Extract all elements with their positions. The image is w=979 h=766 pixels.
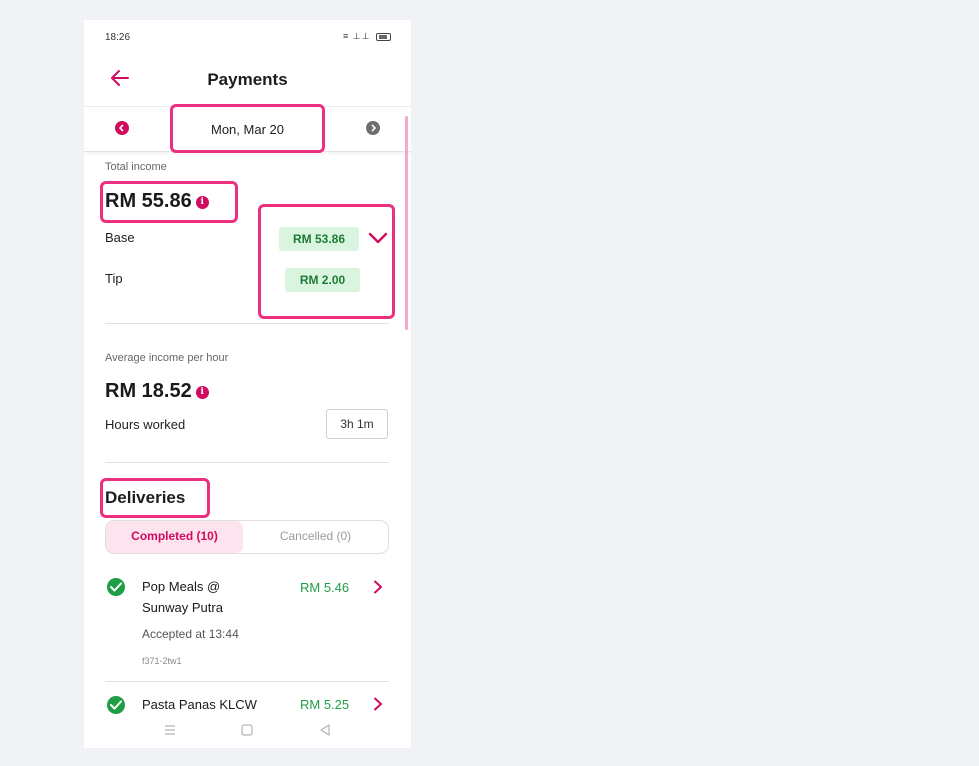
divider [105,462,389,463]
home-icon[interactable] [237,720,257,740]
delivery-name-line: Pop Meals @ [142,579,221,594]
base-label: Base [105,230,135,245]
base-value-badge: RM 53.86 [279,227,359,251]
delivery-accepted-time: Accepted at 13:44 [142,627,239,641]
delivery-restaurant: Pasta Panas KLCW [142,697,257,712]
system-navigation-bar [84,716,411,748]
total-income-label: Total income [105,161,167,173]
status-icons: ≡ ⊥⊥ [343,31,391,42]
delivery-name-line: Sunway Putra [142,600,223,615]
divider [105,323,389,324]
hours-worked-value: 3h 1m [326,409,388,439]
scrollbar[interactable] [405,116,408,330]
phone-screen: 18:26 ≡ ⊥⊥ Payments Mon, Mar 20 Total in… [84,20,411,748]
average-income-amount: RM 18.52 i [105,380,209,403]
status-time: 18:26 [105,32,131,43]
average-income-label: Average income per hour [105,352,229,364]
delivery-restaurant: Pop Meals @ Sunway Putra [142,576,223,618]
chevron-right-icon[interactable] [372,580,384,594]
delivery-code: f371-2tw1 [142,656,182,666]
date-selector: Mon, Mar 20 [84,106,411,152]
back-icon[interactable] [315,720,335,740]
selected-date[interactable]: Mon, Mar 20 [84,122,411,137]
average-income-value: RM 18.52 [105,380,192,402]
highlight-box [258,204,395,319]
hours-worked-label: Hours worked [105,417,186,432]
total-income-amount: RM 55.86 i [105,190,209,213]
signal-icon: ≡ ⊥⊥ [343,31,371,41]
chevron-right-icon [371,124,377,132]
tip-value-badge: RM 2.00 [285,268,360,292]
total-income-value: RM 55.86 [105,190,192,212]
check-circle-icon [107,578,125,596]
menu-icon[interactable] [160,720,180,740]
tab-cancelled[interactable]: Cancelled (0) [243,521,388,553]
info-icon[interactable]: i [195,196,209,209]
info-icon[interactable]: i [195,386,209,399]
status-bar: 18:26 ≡ ⊥⊥ [84,20,411,56]
check-circle-icon [107,696,125,714]
delivery-amount: RM 5.25 [300,697,350,712]
tip-label: Tip [105,271,123,286]
deliveries-tabs: Completed (10) Cancelled (0) [105,520,389,554]
chevron-down-icon[interactable] [367,230,389,246]
delivery-amount: RM 5.46 [300,580,350,595]
battery-icon [376,32,391,41]
next-day-button[interactable] [366,121,380,135]
tab-completed[interactable]: Completed (10) [106,521,243,553]
deliveries-title: Deliveries [105,488,186,507]
page-title: Payments [207,70,288,89]
app-header: Payments [84,56,411,104]
chevron-right-icon[interactable] [372,697,384,711]
divider [105,681,389,682]
